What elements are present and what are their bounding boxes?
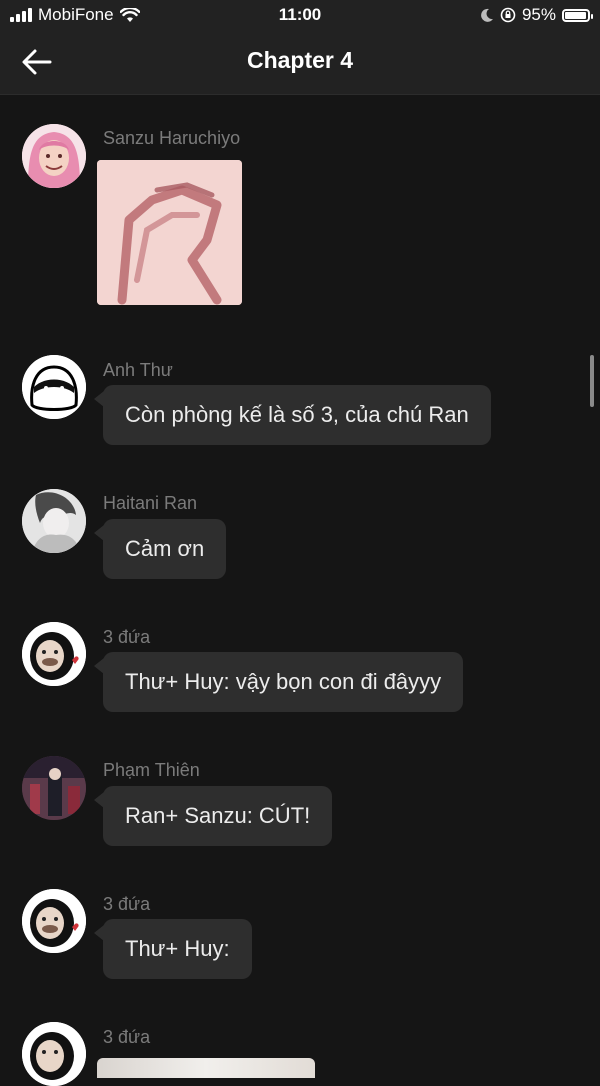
battery-percent: 95% [521, 5, 556, 24]
avatar[interactable] [22, 124, 86, 188]
message-bubble[interactable]: Cảm ơn [93, 519, 227, 579]
avatar-image [22, 756, 86, 820]
avatar-image [22, 622, 86, 686]
status-right: 95% [480, 5, 593, 25]
message-bubble[interactable]: Thư+ Huy: [94, 919, 252, 979]
avatar[interactable] [22, 489, 86, 553]
sender-name: 3 đứa [103, 894, 151, 914]
moon-icon [481, 8, 493, 22]
avatar[interactable] [22, 355, 86, 419]
message-image[interactable] [97, 160, 242, 305]
message-bubble[interactable]: Ran+ Sanzu: CÚT! [93, 786, 333, 846]
avatar-image [22, 355, 86, 419]
sender-name: 3 đứa [103, 1027, 151, 1047]
avatar[interactable] [22, 1022, 86, 1086]
scroll-indicator[interactable] [590, 355, 594, 407]
sender-name: Haitani Ran [103, 493, 198, 513]
avatar[interactable] [22, 622, 86, 686]
page-title: Chapter 4 [246, 47, 354, 73]
message-bubble[interactable]: Còn phòng kế là số 3, của chú Ran [94, 385, 491, 445]
sketch-image [97, 160, 242, 305]
battery-icon [562, 8, 593, 22]
message-bubble[interactable]: Thư+ Huy: vậy bọn con đi đâyyy [93, 652, 464, 712]
sender-name: 3 đứa [103, 627, 151, 647]
avatar-image [22, 124, 86, 188]
message-image[interactable] [97, 1058, 315, 1078]
sender-name: Sanzu Haruchiyo [103, 128, 241, 148]
avatar-image [22, 889, 86, 953]
sender-name: Phạm Thiên [103, 760, 200, 780]
rotation-lock-icon [500, 7, 516, 23]
nav-bar: Chapter 4 [0, 30, 600, 95]
status-bar: MobiFone 11:00 95% [0, 0, 600, 30]
sender-name: Anh Thư [103, 360, 173, 380]
avatar-image [22, 489, 86, 553]
avatar[interactable] [22, 889, 86, 953]
avatar-image [22, 1022, 86, 1086]
avatar[interactable] [22, 756, 86, 820]
battery-fill [565, 11, 586, 19]
